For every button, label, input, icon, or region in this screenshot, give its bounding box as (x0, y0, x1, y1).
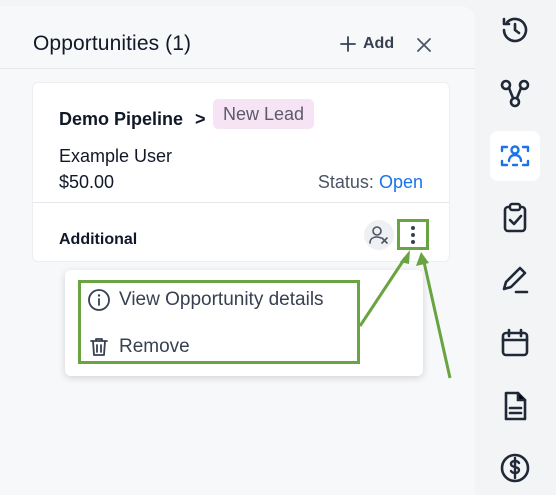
menu-highlight-box (78, 280, 360, 364)
close-icon[interactable] (414, 35, 434, 55)
notes-pen-icon[interactable] (497, 262, 533, 298)
unassign-user-button[interactable] (364, 220, 394, 250)
calendar-icon[interactable] (497, 325, 533, 361)
contact-name: Example User (59, 146, 173, 166)
add-opportunity-button[interactable]: Add (339, 33, 394, 55)
kebab-highlight-box (397, 219, 429, 250)
status-value: Open (378, 172, 423, 192)
payments-dollar-icon[interactable] (497, 450, 533, 486)
opportunity-card[interactable]: Demo Pipeline > New Lead Example User $5… (32, 82, 450, 262)
status: Status: Open (318, 172, 423, 193)
add-label: Add (363, 35, 395, 52)
tasks-clipboard-icon[interactable] (497, 200, 533, 236)
workflow-icon[interactable] (497, 75, 533, 111)
activity-clock-icon[interactable] (497, 12, 533, 48)
documents-icon[interactable] (497, 388, 533, 424)
pipeline-separator: > (195, 109, 206, 129)
additional-label: Additional (59, 231, 138, 248)
user-remove-icon (369, 226, 388, 244)
opportunity-card-body: Demo Pipeline > New Lead Example User $5… (33, 83, 449, 203)
panel-header: Opportunities (1) Add (0, 6, 475, 69)
stage-badge: New Lead (213, 99, 315, 129)
opportunities-icon[interactable] (497, 138, 533, 174)
opportunity-amount: $50.00 (59, 172, 115, 192)
plus-icon (340, 36, 356, 52)
panel-title: Opportunities (1) (33, 32, 192, 55)
pipeline-name: Demo Pipeline (59, 109, 184, 129)
status-label: Status: (317, 172, 374, 192)
